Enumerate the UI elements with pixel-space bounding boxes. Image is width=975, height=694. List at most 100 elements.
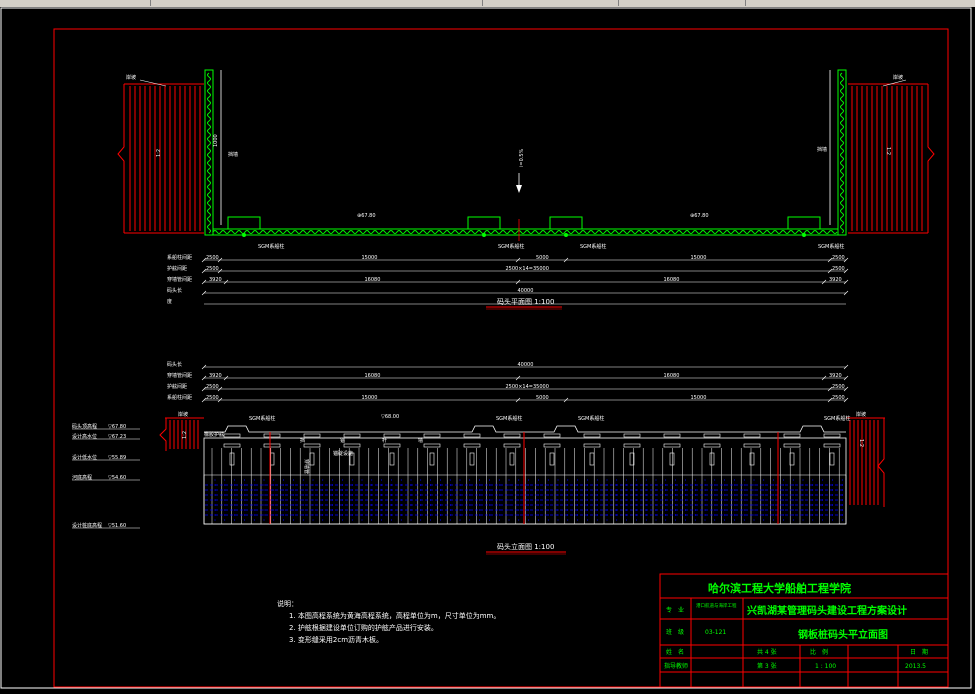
- name-label: 姓 名: [666, 648, 684, 656]
- dim-value: 16080: [664, 373, 680, 379]
- dim-value: 2500: [832, 266, 845, 272]
- mooring-post-label: SGM系船柱: [818, 243, 844, 250]
- advisor-label: 指导教师: [664, 662, 688, 670]
- dim-row-label: 系船柱间距: [167, 394, 192, 401]
- wall-right-label: 挡墙: [817, 146, 827, 153]
- dim-value: 3920: [209, 277, 222, 283]
- mooring-post-label: SGM系船柱: [498, 243, 524, 250]
- sheet-no: 第 3 张: [757, 662, 777, 670]
- wall-char: 杆: [382, 437, 387, 444]
- dim-value: 15000: [362, 395, 378, 401]
- dim-value: 2500: [206, 255, 219, 261]
- note-item: 1. 本图高程系统为黄海高程系统，高程单位为m，尺寸单位为mm。: [289, 611, 500, 620]
- drawing-name: 钢板桩码头平立面图: [798, 628, 888, 641]
- cad-drawing-canvas[interactable]: 岸坡 1:2 岸坡 1:2 1000 挡墙 挡墙 i=0.5% ⊕67.80 ⊕…: [0, 7, 975, 694]
- mooring-post: [467, 216, 501, 230]
- elev-post-label: SGM系船柱: [249, 415, 275, 422]
- sheet-pile-wall: [204, 69, 847, 236]
- mooring-post-label: SGM系船柱: [258, 243, 284, 250]
- dim-row-label: 码头长: [167, 287, 182, 294]
- mooring-post: [787, 216, 821, 230]
- elev-right: ⊕67.80: [690, 213, 709, 219]
- left-bank-label: 岸坡: [126, 74, 136, 81]
- class-value: 03-121: [705, 629, 726, 636]
- scale-label: 比 例: [810, 648, 828, 656]
- mooring-post-label: SGM系船柱: [580, 243, 606, 250]
- elevation-view: 码头长 40000 穿墙管间距 3920 16080 16080 3920 护舷间距 2500 2…: [72, 361, 885, 555]
- dim-row-label: 系船柱间距: [167, 254, 192, 261]
- dim-value: 15000: [691, 255, 707, 261]
- vertical-dimension: 1000: [213, 134, 219, 147]
- plan-caption: 码头平面图 1:100: [497, 297, 554, 306]
- pipe-label: 锚碇设施: [333, 450, 353, 457]
- wall-char: 挡: [300, 437, 305, 444]
- right-bank-label: 岸坡: [893, 74, 903, 81]
- scale-value: 1 : 100: [815, 663, 836, 670]
- dim-row-label: 穿墙管间距: [167, 276, 192, 283]
- dim-row-label: 穿墙管间距: [167, 372, 192, 379]
- viewer-top-strip: [0, 0, 975, 7]
- toolbar-segment[interactable]: [152, 0, 483, 6]
- dim-value: 5000: [536, 395, 549, 401]
- dim-value: 2500: [206, 384, 219, 390]
- dim-value: 40000: [518, 362, 534, 368]
- dim-value: 15000: [691, 395, 707, 401]
- dim-value: 16080: [365, 373, 381, 379]
- notes-block: 说明： 1. 本图高程系统为黄海高程系统，高程单位为m，尺寸单位为mm。 2. …: [277, 599, 500, 644]
- elev-right-bank: [846, 417, 885, 507]
- mooring-post: [227, 216, 261, 230]
- dim-value: 15000: [362, 255, 378, 261]
- project-title: 兴凯湖某管理码头建设工程方案设计: [747, 604, 907, 617]
- note-item: 3. 变形缝采用2cm沥青木板。: [289, 635, 383, 644]
- school-name: 哈尔滨工程大学船舶工程学院: [708, 581, 851, 595]
- elev-bank-left: 岸坡: [178, 411, 188, 418]
- dim-row-label: 护舷间距: [167, 383, 187, 390]
- dim-value: 3920: [829, 373, 842, 379]
- slope-label: i=0.5%: [519, 148, 525, 167]
- toolbar-segment[interactable]: [620, 0, 746, 6]
- dim-value: 2500: [832, 384, 845, 390]
- note-item: 2. 护舷根据建设单位订购的护舷产品进行安装。: [289, 623, 438, 632]
- dim-value: 3920: [209, 373, 222, 379]
- top-elev: ▽68.00: [381, 414, 399, 420]
- elev-post-label: SGM系船柱: [496, 415, 522, 422]
- dim-value: 2500: [832, 255, 845, 261]
- plan-view: 岸坡 1:2 岸坡 1:2 1000 挡墙 挡墙 i=0.5% ⊕67.80 ⊕…: [117, 69, 935, 310]
- class-label: 班 级: [666, 628, 684, 636]
- major-label: 专 业: [666, 606, 684, 614]
- elev-slope-right: 1:2: [858, 439, 864, 447]
- fender-label: 橡胶护舷: [204, 431, 224, 438]
- dim-value: 2500×14=35000: [506, 266, 549, 272]
- left-slope-label: 1:2: [156, 149, 162, 157]
- dim-value: 40000: [518, 288, 534, 294]
- elev-bank-right: 岸坡: [856, 411, 866, 418]
- toolbar-segment[interactable]: [484, 0, 619, 6]
- dim-value: 2500: [832, 395, 845, 401]
- elev-left: ⊕67.80: [357, 213, 376, 219]
- right-slope-label: 1:2: [885, 147, 891, 155]
- notes-title: 说明：: [277, 599, 298, 608]
- elev-post-label: SGM系船柱: [824, 415, 850, 422]
- dim-value: 16080: [365, 277, 381, 283]
- mooring-post: [549, 216, 583, 230]
- dim-value: 5000: [536, 255, 549, 261]
- wall-char: 锚: [340, 437, 345, 444]
- elev-caption: 码头立面图 1:100: [497, 542, 554, 551]
- dim-value: 2500×14=35000: [506, 384, 549, 390]
- pipe-label-vertical: 穿墙管: [303, 459, 310, 474]
- toolbar-segment[interactable]: [0, 0, 151, 6]
- wall-left-label: 挡墙: [228, 151, 238, 158]
- date-value: 2013.5: [905, 663, 926, 670]
- date-label: 日 期: [910, 648, 928, 656]
- elev-slope-left: 1:2: [182, 431, 188, 439]
- dim-row-label: 码头长: [167, 361, 182, 368]
- dim-value: 16080: [664, 277, 680, 283]
- sheets-total: 共 4 张: [757, 648, 777, 656]
- dim-row-label: 护舷间距: [167, 265, 187, 272]
- right-bank: [848, 83, 935, 234]
- dim-value: 2500: [206, 395, 219, 401]
- wall-char: 墙: [418, 437, 423, 444]
- major-value: 港口航道与海岸工程: [696, 602, 737, 609]
- left-bank: [117, 83, 204, 234]
- dim-value: 3920: [829, 277, 842, 283]
